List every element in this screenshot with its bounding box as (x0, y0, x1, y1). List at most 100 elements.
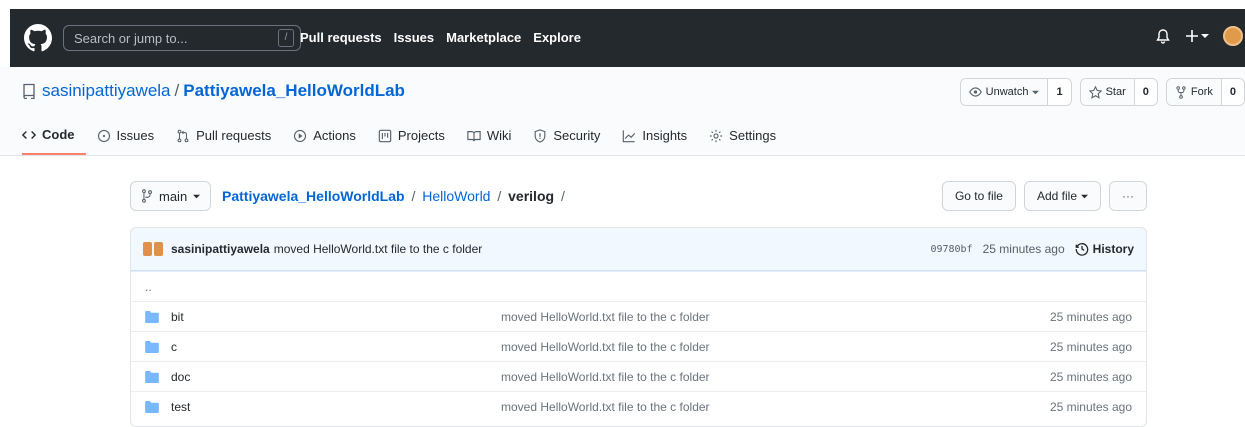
table-row: c moved HelloWorld.txt file to the c fol… (131, 331, 1146, 361)
caret-down-icon (1081, 194, 1088, 198)
book-icon (467, 130, 481, 141)
pull-request-icon (177, 129, 189, 142)
repo-header: sasinipattiyawela / Pattiyawela_HelloWor… (0, 67, 1245, 156)
folder-icon (145, 400, 159, 413)
repo-title: sasinipattiyawela / Pattiyawela_HelloWor… (22, 81, 405, 101)
table-row: test moved HelloWorld.txt file to the c … (131, 391, 1146, 421)
file-name-link[interactable]: doc (171, 370, 501, 384)
tab-label: Insights (642, 128, 688, 143)
breadcrumb-current: verilog (508, 188, 555, 204)
fork-label: Fork (1190, 86, 1213, 98)
tab-label: Pull requests (196, 128, 272, 143)
table-row: doc moved HelloWorld.txt file to the c f… (131, 361, 1146, 391)
file-commit-message[interactable]: moved HelloWorld.txt file to the c folde… (501, 400, 1050, 414)
commit-message[interactable]: moved HelloWorld.txt file to the c folde… (274, 242, 483, 256)
add-file-label: Add file (1036, 189, 1077, 203)
nav-marketplace[interactable]: Marketplace (446, 30, 521, 45)
header-actions (1155, 26, 1245, 46)
tab-issues[interactable]: Issues (86, 127, 166, 155)
breadcrumb-repo-root[interactable]: Pattiyawela_HelloWorldLab (222, 188, 405, 204)
breadcrumb-helloworld[interactable]: HelloWorld (422, 188, 490, 204)
breadcrumb: Pattiyawela_HelloWorldLab / HelloWorld /… (222, 188, 568, 204)
breadcrumb-separator: / (497, 188, 502, 204)
file-commit-message[interactable]: moved HelloWorld.txt file to the c folde… (501, 370, 1050, 384)
parent-directory-row[interactable]: .. (131, 271, 1146, 301)
nav-issues[interactable]: Issues (394, 30, 434, 45)
tab-projects[interactable]: Projects (367, 127, 456, 155)
create-new-menu[interactable] (1185, 29, 1209, 43)
breadcrumb-separator: / (411, 188, 416, 204)
shield-icon (535, 128, 546, 143)
star-group: Star 0 (1079, 78, 1158, 106)
play-icon (294, 129, 307, 142)
tab-settings[interactable]: Settings (698, 127, 787, 155)
unwatch-button[interactable]: Unwatch (960, 79, 1048, 105)
tab-pull-requests[interactable]: Pull requests (165, 127, 282, 155)
file-navigation: main Pattiyawela_HelloWorldLab / HelloWo… (130, 181, 1147, 211)
file-name-link[interactable]: c (171, 340, 501, 354)
file-commit-message[interactable]: moved HelloWorld.txt file to the c folde… (501, 340, 1050, 354)
breadcrumb-separator: / (560, 188, 565, 204)
repo-actions: Unwatch 1 Star 0 Fork 0 (959, 78, 1245, 106)
global-header: Search or jump to... / Pull requests Iss… (10, 9, 1245, 67)
repo-icon (23, 83, 35, 99)
history-label: History (1092, 242, 1134, 256)
commit-age: 25 minutes ago (982, 242, 1065, 256)
repo-tabs: Code Issues Pull requests Actions Projec… (22, 127, 787, 155)
go-to-file-button[interactable]: Go to file (941, 181, 1016, 211)
nav-pull-requests[interactable]: Pull requests (300, 30, 382, 45)
gear-icon (710, 129, 723, 142)
caret-down-icon (1032, 90, 1040, 94)
history-icon (1075, 243, 1088, 256)
parent-directory-link[interactable]: .. (145, 280, 152, 294)
project-icon (378, 129, 392, 142)
tab-label: Code (42, 127, 75, 142)
bell-icon[interactable] (1155, 28, 1171, 44)
file-commit-age: 25 minutes ago (1049, 339, 1132, 354)
more-options-button[interactable]: ··· (1109, 181, 1147, 211)
commit-author-link[interactable]: sasinipattiyawela (171, 242, 270, 256)
file-name-link[interactable]: bit (171, 310, 501, 324)
fork-button[interactable]: Fork (1166, 79, 1221, 105)
commit-author-avatar[interactable] (143, 242, 163, 256)
fork-group: Fork 0 (1165, 78, 1245, 106)
search-placeholder: Search or jump to... (74, 30, 188, 46)
github-logo-icon[interactable] (24, 24, 52, 52)
branch-icon (142, 189, 152, 203)
plus-icon (1186, 30, 1198, 42)
file-commit-age: 25 minutes ago (1049, 399, 1132, 414)
tab-security[interactable]: Security (522, 127, 611, 155)
watch-count[interactable]: 1 (1047, 79, 1071, 105)
watch-group: Unwatch 1 (959, 78, 1072, 106)
star-icon (1088, 85, 1102, 99)
star-button[interactable]: Star (1080, 79, 1134, 105)
repo-owner-link[interactable]: sasinipattiyawela (42, 81, 171, 101)
branch-select-button[interactable]: main (130, 181, 212, 211)
branch-name: main (159, 188, 188, 204)
repo-name-link[interactable]: Pattiyawela_HelloWorldLab (183, 81, 405, 101)
tab-actions[interactable]: Actions (282, 127, 367, 155)
nav-explore[interactable]: Explore (533, 30, 581, 45)
commit-sha[interactable]: 09780bf (930, 244, 972, 255)
file-commit-message[interactable]: moved HelloWorld.txt file to the c folde… (501, 310, 1050, 324)
add-file-button[interactable]: Add file (1023, 181, 1101, 211)
code-icon (22, 130, 36, 139)
fork-count[interactable]: 0 (1220, 79, 1244, 105)
tab-label: Security (553, 128, 601, 143)
tab-code[interactable]: Code (22, 127, 86, 155)
file-commit-age: 25 minutes ago (1049, 369, 1132, 384)
unwatch-label: Unwatch (985, 86, 1029, 98)
file-commit-age: 25 minutes ago (1049, 309, 1132, 324)
folder-icon (145, 310, 159, 323)
file-name-link[interactable]: test (171, 400, 501, 414)
user-avatar[interactable] (1223, 26, 1243, 46)
history-link[interactable]: History (1075, 242, 1134, 256)
tab-wiki[interactable]: Wiki (456, 127, 523, 155)
star-count[interactable]: 0 (1133, 79, 1157, 105)
fork-icon (1176, 85, 1186, 99)
commit-meta: 09780bf 25 minutes ago History (930, 242, 1134, 256)
tab-label: Settings (729, 128, 777, 143)
search-input[interactable]: Search or jump to... / (63, 25, 301, 51)
tab-insights[interactable]: Insights (611, 127, 698, 155)
tab-label: Actions (313, 128, 356, 143)
